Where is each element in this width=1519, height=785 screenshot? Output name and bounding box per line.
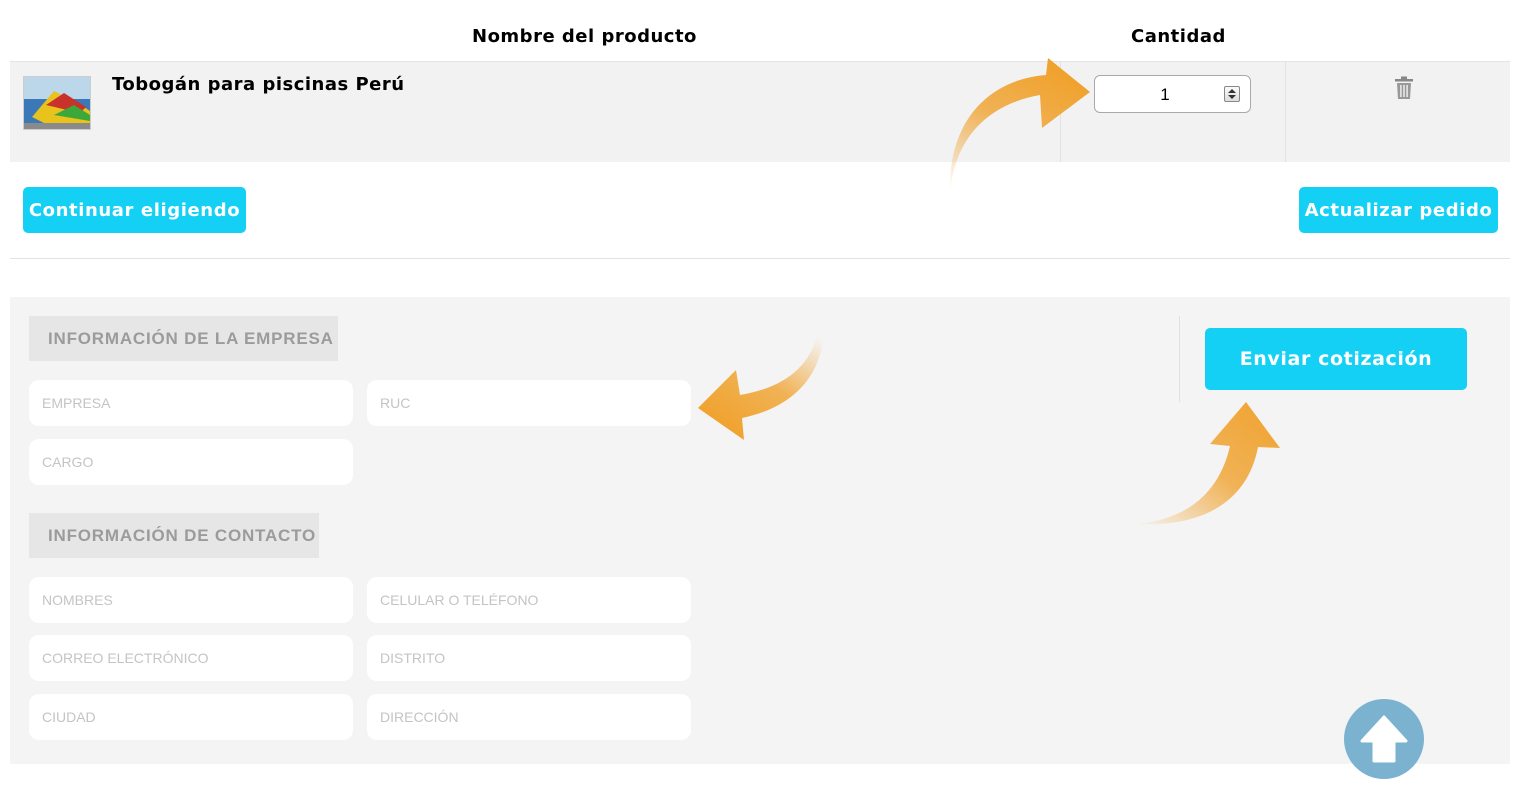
curved-arrow-icons [698,58,1280,525]
arrow-to-quantity-icon [949,58,1090,192]
arrow-to-send-icon [1134,402,1280,525]
scroll-top-button[interactable] [1344,699,1424,779]
arrow-up-icon [1360,715,1408,763]
arrow-to-form-icon [698,296,824,440]
